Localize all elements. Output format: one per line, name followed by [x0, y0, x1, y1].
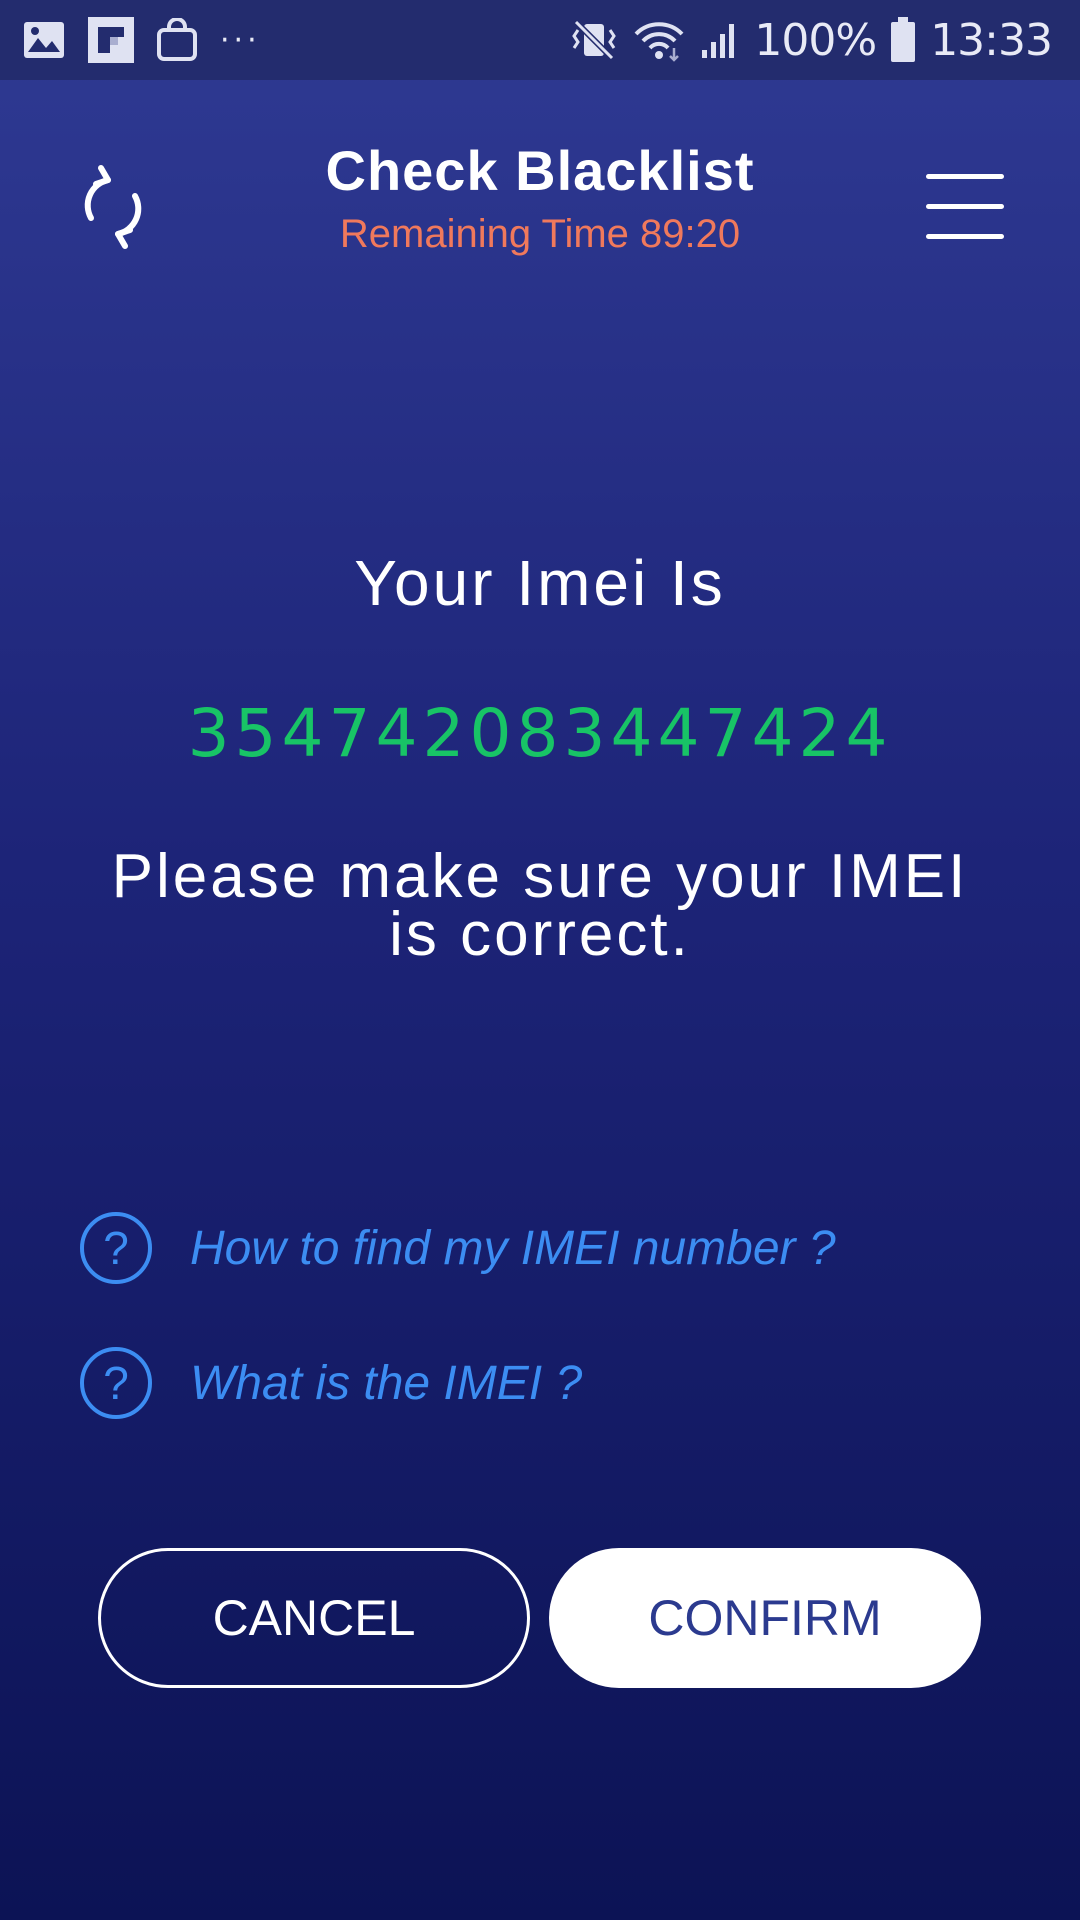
more-dots-icon: ···	[220, 22, 261, 58]
signal-icon	[700, 20, 740, 60]
help-link-label: What is the IMEI ?	[190, 1356, 583, 1410]
question-circle-icon: ?	[80, 1212, 152, 1284]
imei-notice: Please make sure your IMEI is correct.	[60, 842, 1020, 969]
hamburger-menu-icon-line	[926, 234, 1004, 239]
imei-notice-line1: Please make sure your IMEI	[111, 842, 969, 911]
gallery-icon	[22, 20, 66, 60]
menu-button[interactable]	[920, 168, 1010, 248]
flipboard-icon	[88, 17, 134, 63]
help-link-what-is-imei[interactable]: ? What is the IMEI ?	[80, 1343, 582, 1423]
remaining-time: Remaining Time 89:20	[339, 212, 741, 256]
app-header: Check Blacklist Remaining Time 89:20	[0, 80, 1080, 280]
page-title: Check Blacklist	[325, 139, 755, 202]
shopping-bag-icon	[156, 18, 198, 62]
cancel-button[interactable]: CANCEL	[98, 1548, 530, 1688]
imei-value: 354742083447424	[187, 695, 893, 772]
help-link-label: How to find my IMEI number ?	[190, 1221, 836, 1275]
battery-icon	[890, 17, 916, 63]
hamburger-menu-icon-line	[926, 204, 1004, 209]
imei-notice-line2: is correct.	[389, 900, 691, 969]
status-bar: ··· 100% 13:33	[0, 0, 1080, 80]
status-bar-right: 100% 13:33	[570, 14, 1053, 66]
clock: 13:33	[930, 14, 1053, 66]
question-circle-icon: ?	[80, 1347, 152, 1419]
imei-label: Your Imei Is	[354, 547, 726, 619]
help-link-find-imei[interactable]: ? How to find my IMEI number ?	[80, 1208, 836, 1288]
wifi-icon	[632, 18, 686, 62]
confirm-button[interactable]: CONFIRM	[549, 1548, 981, 1688]
hamburger-menu-icon	[926, 174, 1004, 179]
battery-percent: 100%	[754, 14, 877, 66]
status-bar-left: ···	[22, 17, 261, 63]
vibrate-mute-icon	[570, 18, 618, 62]
